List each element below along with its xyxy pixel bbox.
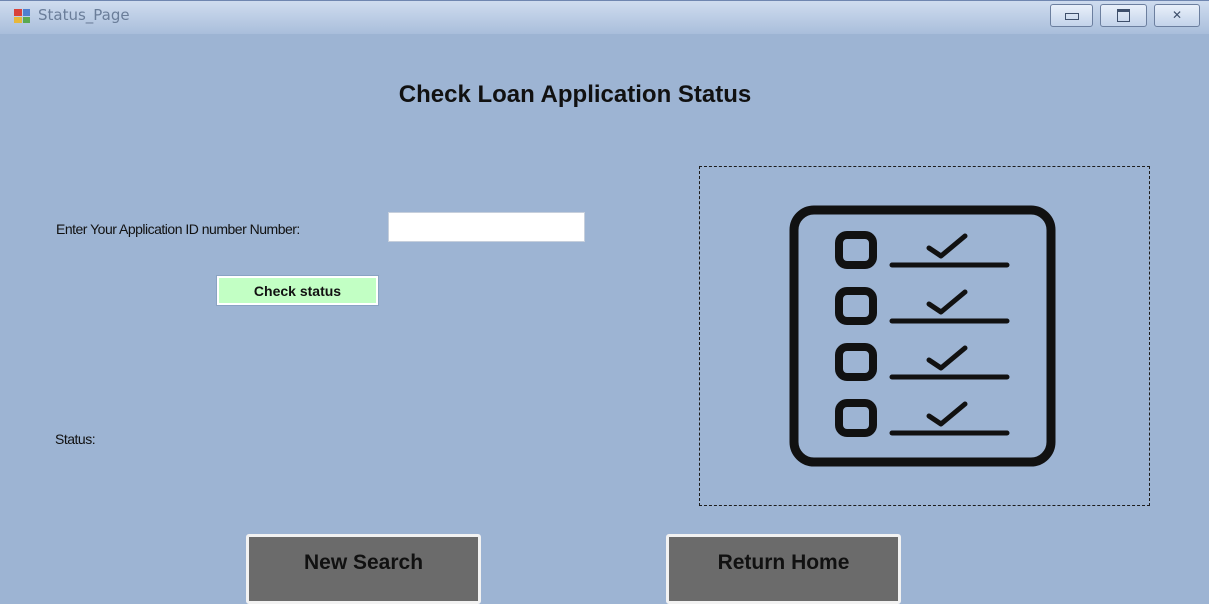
window-title: Status_Page (38, 6, 130, 24)
checklist-icon (789, 205, 1056, 467)
check-status-button[interactable]: Check status (216, 275, 379, 306)
checkmark-icon (926, 289, 968, 315)
minimize-icon (1064, 13, 1079, 20)
checkmark-icon (926, 345, 968, 371)
checkbox-icon (835, 343, 877, 381)
checklist-row (835, 287, 1010, 325)
return-home-button[interactable]: Return Home (666, 534, 901, 604)
minimize-button[interactable] (1050, 4, 1093, 27)
close-button[interactable]: ✕ (1154, 4, 1200, 27)
title-bar[interactable]: Status_Page ✕ (0, 0, 1209, 34)
checkbox-icon (835, 399, 877, 437)
new-search-button[interactable]: New Search (246, 534, 481, 604)
close-icon: ✕ (1171, 8, 1183, 22)
checkmark-icon (926, 401, 968, 427)
checkbox-icon (835, 287, 877, 325)
app-icon (14, 9, 30, 23)
checklist-row (835, 231, 1010, 269)
maximize-icon (1117, 9, 1130, 22)
checklist-row (835, 399, 1010, 437)
page-title: Check Loan Application Status (398, 81, 752, 108)
checklist-row (835, 343, 1010, 381)
checkbox-icon (835, 231, 877, 269)
application-id-label: Enter Your Application ID number Number: (56, 221, 300, 237)
application-id-input[interactable] (388, 212, 585, 242)
status-label: Status: (55, 431, 96, 447)
maximize-button[interactable] (1100, 4, 1147, 27)
checklist-picture-box (699, 166, 1150, 506)
checkmark-icon (926, 233, 968, 259)
